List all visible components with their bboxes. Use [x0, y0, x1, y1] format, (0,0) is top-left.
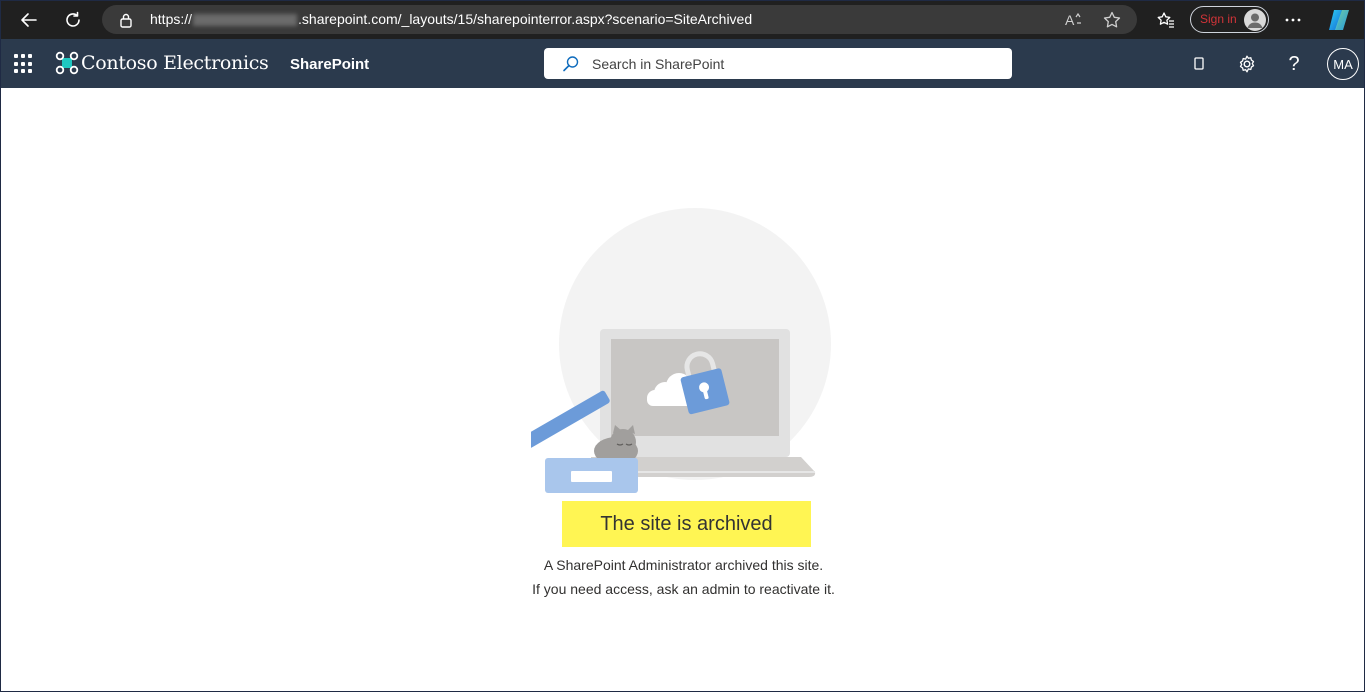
- message-line-2: If you need access, ask an admin to reac…: [532, 581, 835, 597]
- svg-text:A: A: [1065, 12, 1075, 28]
- search-icon: [562, 55, 580, 73]
- notebook-icon[interactable]: [1186, 51, 1212, 77]
- profile-icon: [1244, 9, 1266, 31]
- message-line-1: A SharePoint Administrator archived this…: [543, 557, 824, 573]
- refresh-icon[interactable]: [59, 6, 87, 34]
- app-launcher-icon[interactable]: [14, 54, 34, 74]
- user-avatar[interactable]: MA: [1327, 48, 1359, 80]
- title-highlight: The site is archived: [562, 501, 811, 547]
- sign-in-label: Sign in: [1200, 12, 1237, 26]
- contoso-logo-icon[interactable]: [55, 51, 79, 75]
- suite-header: Contoso Electronics SharePoint Search in…: [1, 39, 1364, 88]
- help-icon[interactable]: ?: [1281, 51, 1307, 77]
- app-name-link[interactable]: SharePoint: [290, 56, 369, 73]
- read-aloud-icon[interactable]: A: [1064, 11, 1084, 29]
- search-box[interactable]: Search in SharePoint: [544, 48, 1012, 79]
- settings-gear-icon[interactable]: [1234, 51, 1260, 77]
- back-icon[interactable]: [15, 6, 43, 34]
- archived-site-illustration: [523, 206, 831, 496]
- url-text[interactable]: https:// .sharepoint.com/_layouts/15/shar…: [150, 11, 752, 27]
- favorite-star-icon[interactable]: [1102, 10, 1122, 30]
- url-suffix: .sharepoint.com/_layouts/15/sharepointer…: [298, 11, 753, 27]
- url-prefix: https://: [150, 11, 193, 27]
- sign-in-button[interactable]: Sign in: [1190, 6, 1269, 33]
- search-input[interactable]: Search in SharePoint: [592, 56, 724, 72]
- browser-window: https:// .sharepoint.com/_layouts/15/shar…: [0, 0, 1365, 692]
- brand-name[interactable]: Contoso Electronics: [81, 52, 269, 74]
- more-options-icon[interactable]: [1279, 6, 1307, 34]
- copilot-icon[interactable]: [1325, 6, 1353, 34]
- lock-icon[interactable]: [119, 12, 133, 28]
- page-title: The site is archived: [600, 512, 773, 535]
- favorites-icon[interactable]: [1152, 6, 1180, 34]
- browser-toolbar: https:// .sharepoint.com/_layouts/15/shar…: [1, 1, 1364, 39]
- redacted-tenant: [193, 14, 298, 27]
- address-bar[interactable]: https:// .sharepoint.com/_layouts/15/shar…: [102, 5, 1137, 34]
